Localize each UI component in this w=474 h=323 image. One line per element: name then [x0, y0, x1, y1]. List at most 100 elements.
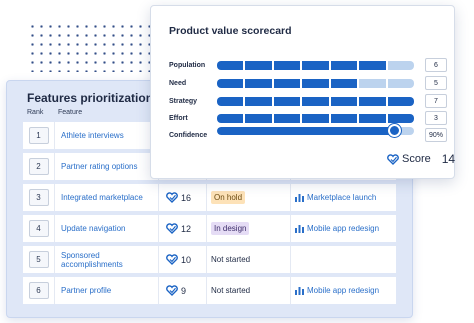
metric-value-need[interactable]: 5 — [425, 76, 447, 90]
metric-bar-segment — [217, 61, 244, 70]
score-value: 10 — [181, 254, 192, 265]
feature-name-link[interactable]: Update navigation — [55, 215, 159, 242]
metric-label-need: Need — [169, 80, 187, 87]
confidence-slider-track[interactable] — [217, 127, 414, 135]
feature-name-link[interactable]: Partner profile — [55, 277, 159, 304]
initiative-link[interactable]: Mobile app redesign — [307, 286, 379, 295]
metric-bar-segment — [217, 79, 244, 88]
table-row[interactable]: 5 Sponsored accomplishments 10 Not started — [23, 246, 396, 273]
status-cell[interactable]: In design — [207, 215, 291, 242]
table-row[interactable]: 3 Integrated marketplace 16 On hold Marketpl… — [23, 184, 396, 211]
table-row[interactable]: 4 Update navigation 12 In design Mobile app … — [23, 215, 396, 242]
metric-bar-segment — [359, 61, 386, 70]
metric-bar-segment — [330, 114, 358, 123]
metric-bar-segment — [330, 61, 358, 70]
score-cell: 10 — [159, 246, 207, 273]
metric-bar-segment — [273, 114, 301, 123]
rank-badge[interactable]: 5 — [28, 251, 49, 268]
initiative-cell[interactable]: Mobile app redesign — [291, 286, 379, 295]
rank-cell: 6 — [23, 277, 55, 304]
table-row[interactable]: 6 Partner profile 9 Not started Mobile app r… — [23, 277, 396, 304]
metric-bar-segment — [273, 79, 301, 88]
rank-badge[interactable]: 2 — [28, 158, 49, 175]
metric-bar-need[interactable] — [217, 79, 414, 88]
metric-bar-population[interactable] — [217, 61, 414, 70]
heart-score-icon — [166, 285, 178, 296]
feature-name-link[interactable]: Sponsored accomplishments — [55, 246, 159, 273]
status-cell[interactable]: Not started — [207, 277, 291, 304]
metric-bar-segment — [217, 97, 244, 106]
rank-badge[interactable]: 6 — [28, 282, 49, 299]
total-score-value: 14 — [441, 152, 456, 166]
column-header-feature[interactable]: Feature — [58, 109, 82, 116]
metric-bar-segment — [330, 97, 358, 106]
metric-bar-segment — [245, 97, 272, 106]
feature-name-link[interactable]: Integrated marketplace — [55, 184, 159, 211]
status-badge[interactable]: Not started — [211, 255, 250, 264]
column-header-rank[interactable]: Rank — [27, 109, 58, 116]
metric-bar-segment — [302, 97, 329, 106]
rank-badge[interactable]: 1 — [28, 127, 49, 144]
metric-bar-segment — [359, 114, 386, 123]
score-value: 9 — [181, 285, 187, 296]
initiative-icon — [295, 193, 304, 202]
score-cell: 12 — [159, 215, 207, 242]
metric-bar-segment — [302, 79, 329, 88]
feature-name-link[interactable]: Athlete interviews — [55, 122, 159, 149]
scorecard-title: Product value scorecard — [169, 25, 292, 37]
score-value: 12 — [181, 223, 192, 234]
heart-score-icon — [166, 192, 178, 203]
metric-label-population: Population — [169, 62, 206, 69]
metric-label-effort: Effort — [169, 115, 188, 122]
metric-bar-segment — [330, 79, 358, 88]
initiative-cell[interactable]: Mobile app redesign — [291, 224, 379, 233]
status-badge[interactable]: In design — [211, 222, 250, 235]
initiative-link[interactable]: Marketplace launch — [307, 193, 376, 202]
feature-name-link[interactable]: Partner rating options — [55, 153, 159, 180]
score-cell: 16 — [159, 184, 207, 211]
metric-bar-segment — [302, 61, 329, 70]
status-badge[interactable]: Not started — [211, 286, 250, 295]
metric-bar-segment — [273, 97, 301, 106]
metric-bar-strategy[interactable] — [217, 97, 414, 106]
status-badge[interactable]: On hold — [211, 191, 246, 204]
confidence-value[interactable]: 90% — [425, 128, 447, 142]
confidence-slider-handle[interactable] — [388, 124, 402, 137]
heart-score-icon — [166, 223, 178, 234]
rank-cell: 2 — [23, 153, 55, 180]
initiative-icon — [295, 224, 304, 233]
status-cell[interactable]: On hold — [207, 184, 291, 211]
metric-value-strategy[interactable]: 7 — [425, 94, 447, 108]
metric-bar-segment — [245, 61, 272, 70]
metric-label-strategy: Strategy — [169, 98, 198, 105]
initiative-cell[interactable]: Marketplace launch — [291, 193, 376, 202]
metric-bar-segment — [273, 61, 301, 70]
metric-bar-effort[interactable] — [217, 114, 414, 123]
dot-pattern-decoration — [28, 22, 154, 72]
metric-bar-segment — [245, 79, 272, 88]
heart-score-icon — [387, 153, 399, 165]
metric-bar-segment — [387, 61, 414, 70]
rank-cell: 4 — [23, 215, 55, 242]
metric-bar-segment — [217, 114, 244, 123]
confidence-slider-fill — [217, 127, 395, 135]
initiative-link[interactable]: Mobile app redesign — [307, 224, 379, 233]
rank-cell: 1 — [23, 122, 55, 149]
metric-value-population[interactable]: 6 — [425, 58, 447, 72]
score-cell: 9 — [159, 277, 207, 304]
metric-bar-segment — [387, 114, 414, 123]
confidence-label: Confidence — [169, 132, 208, 139]
rank-cell: 5 — [23, 246, 55, 273]
metric-bar-segment — [245, 114, 272, 123]
rank-cell: 3 — [23, 184, 55, 211]
status-cell[interactable]: Not started — [207, 246, 291, 273]
metric-bar-segment — [387, 79, 414, 88]
initiative-icon — [295, 286, 304, 295]
rank-badge[interactable]: 4 — [28, 220, 49, 237]
total-score-label: Score — [402, 153, 431, 165]
rank-badge[interactable]: 3 — [28, 189, 49, 206]
metric-value-effort[interactable]: 3 — [425, 111, 447, 125]
score-value: 16 — [181, 192, 192, 203]
total-score: Score 14 — [387, 152, 455, 166]
metric-bar-segment — [359, 97, 386, 106]
